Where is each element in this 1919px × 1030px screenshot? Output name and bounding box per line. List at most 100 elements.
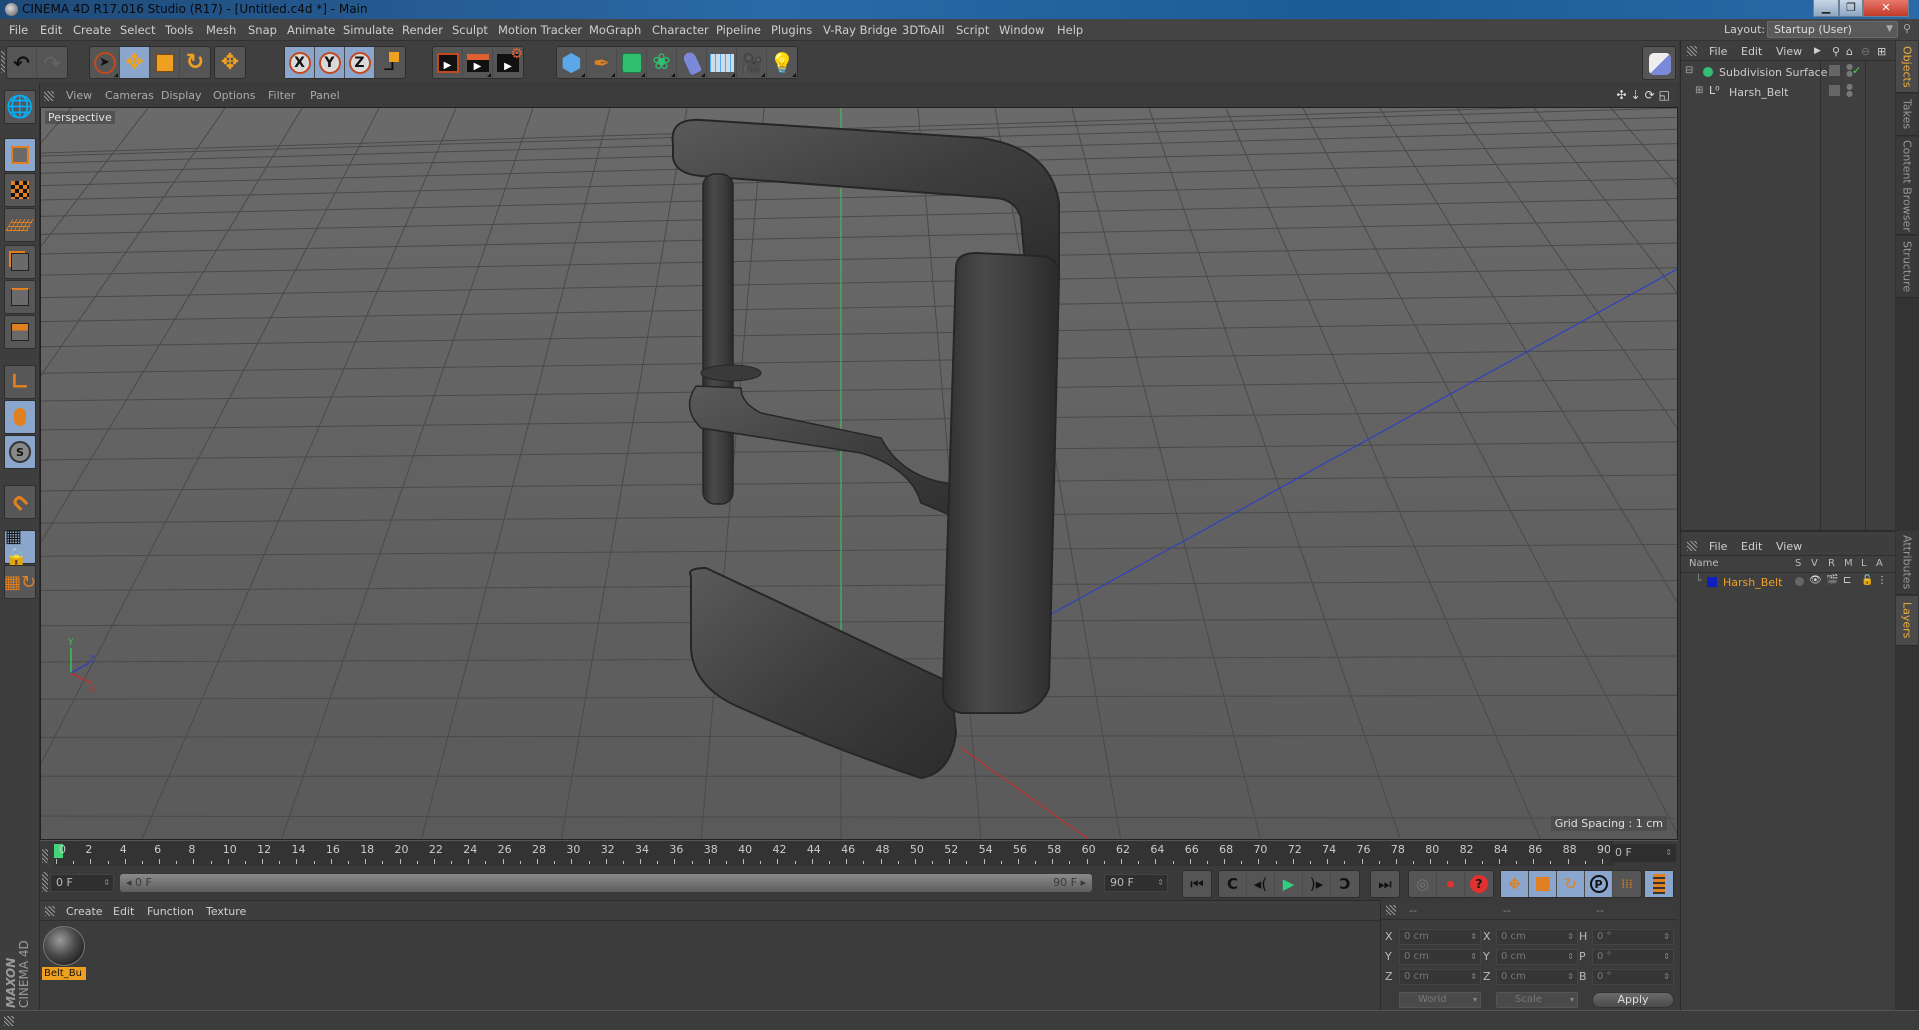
panel-grip[interactable]: [1687, 541, 1697, 551]
polygons-mode-button[interactable]: [4, 315, 36, 349]
dolly-view-icon[interactable]: ⇣: [1631, 88, 1641, 102]
layers-menu-edit[interactable]: Edit: [1741, 540, 1762, 553]
column-locked[interactable]: L: [1861, 558, 1867, 569]
rotate-tool-button[interactable]: ↻: [180, 47, 210, 78]
menu-3dtoall[interactable]: 3DToAll: [902, 23, 945, 37]
objects-menu-edit[interactable]: Edit: [1741, 45, 1762, 58]
material-menu-function[interactable]: Function: [147, 905, 194, 918]
column-render[interactable]: R: [1828, 558, 1835, 569]
workplane-rotate-button[interactable]: ▦↻: [4, 565, 36, 599]
visible-toggle-icon[interactable]: 👁: [1809, 575, 1822, 586]
column-visible[interactable]: V: [1811, 558, 1818, 569]
tab-content-browser[interactable]: Content Browser: [1896, 137, 1918, 235]
subdivision-surface-button[interactable]: [617, 47, 647, 78]
deformer-button[interactable]: [677, 47, 707, 78]
size-x-field[interactable]: 0 cm ⇕: [1496, 929, 1578, 945]
size-y-field[interactable]: 0 cm ⇕: [1496, 949, 1578, 965]
column-name[interactable]: Name: [1689, 558, 1719, 569]
controls-grip[interactable]: [42, 872, 48, 892]
render-toggle-icon[interactable]: 🎬: [1826, 575, 1838, 586]
tab-structure[interactable]: Structure: [1896, 236, 1918, 298]
rot-p-field[interactable]: 0 ° ⇕: [1592, 949, 1674, 965]
animation-toggle-icon[interactable]: ⋮: [1877, 575, 1887, 586]
tab-takes[interactable]: Takes: [1896, 94, 1918, 136]
layer-tag-icon[interactable]: [1829, 65, 1840, 76]
cube-button[interactable]: ⬢: [557, 47, 587, 78]
expand-icon[interactable]: ⊞: [1695, 85, 1703, 96]
3d-viewport[interactable]: Y X Z Perspective Grid Spacing : 1 cm: [40, 107, 1678, 840]
manager-toggle-icon[interactable]: ⊏: [1843, 575, 1851, 586]
light-button[interactable]: 💡: [767, 47, 797, 78]
key-pla-button[interactable]: ⁞⁞⁞: [1613, 871, 1641, 897]
x-axis-button[interactable]: X: [285, 47, 315, 78]
rot-b-field[interactable]: 0 ° ⇕: [1592, 969, 1674, 985]
select-tool-button[interactable]: ➤: [90, 47, 120, 78]
column-animation[interactable]: A: [1876, 558, 1883, 569]
menu-animate[interactable]: Animate: [287, 23, 335, 37]
tab-objects[interactable]: Objects: [1896, 41, 1918, 93]
y-axis-button[interactable]: Y: [315, 47, 345, 78]
pos-z-field[interactable]: 0 cm ⇕: [1399, 969, 1481, 985]
panel-grip[interactable]: [1687, 46, 1697, 56]
key-rotation-button[interactable]: ↻: [1557, 871, 1585, 897]
coordinate-system-button[interactable]: ⅃: [375, 47, 405, 78]
scale-tool-button[interactable]: [150, 47, 180, 78]
end-frame-field[interactable]: 90 F ⇕: [1104, 874, 1168, 892]
previous-key-button[interactable]: C: [1219, 871, 1247, 897]
menu-pipeline[interactable]: Pipeline: [716, 23, 761, 37]
layers-menu-file[interactable]: File: [1709, 540, 1727, 553]
axis-mode-button[interactable]: ∟: [4, 365, 36, 399]
undo-button[interactable]: ↶: [7, 47, 37, 78]
new-view-icon[interactable]: ⊞: [1877, 45, 1886, 58]
collapse-icon[interactable]: ⊟: [1685, 65, 1693, 76]
render-picture-viewer-button[interactable]: ▶: [463, 47, 493, 78]
step-back-button[interactable]: ◂(: [1247, 871, 1275, 897]
tab-layers[interactable]: Layers: [1896, 596, 1918, 646]
material-menu-texture[interactable]: Texture: [206, 905, 246, 918]
enabled-check-icon[interactable]: ✓: [1852, 64, 1861, 77]
material-menu-create[interactable]: Create: [66, 905, 103, 918]
floor-button[interactable]: [707, 47, 737, 78]
layer-row-harsh-belt[interactable]: └ Harsh_Belt 👁 🎬 ⊏ 🔓 ⋮: [1681, 574, 1895, 594]
status-grip[interactable]: [4, 1016, 14, 1026]
current-frame-field[interactable]: 0 F ⇕: [1610, 844, 1676, 862]
rot-h-field[interactable]: 0 ° ⇕: [1592, 929, 1674, 945]
menu-character[interactable]: Character: [652, 23, 709, 37]
solo-button[interactable]: S: [4, 435, 36, 469]
camera-button[interactable]: 🎥: [737, 47, 767, 78]
menu-overflow-icon[interactable]: ▶: [1814, 46, 1821, 56]
edges-mode-button[interactable]: [4, 280, 36, 314]
lock-toggle-icon[interactable]: 🔓: [1861, 575, 1873, 586]
pos-x-field[interactable]: 0 cm ⇕: [1399, 929, 1481, 945]
solo-toggle[interactable]: [1795, 577, 1804, 586]
objects-menu-view[interactable]: View: [1776, 45, 1802, 58]
menu-edit[interactable]: Edit: [40, 23, 62, 37]
pen-button[interactable]: ✒: [587, 47, 617, 78]
rotate-view-icon[interactable]: ⟳: [1645, 88, 1655, 102]
redo-button[interactable]: ↷: [37, 47, 67, 78]
menu-mograph[interactable]: MoGraph: [589, 23, 641, 37]
restore-button[interactable]: ❐: [1839, 0, 1863, 17]
viewport-menu-filter[interactable]: Filter: [268, 89, 295, 102]
viewport-menu-cameras[interactable]: Cameras: [105, 89, 154, 102]
close-button[interactable]: ✕: [1863, 0, 1909, 17]
size-z-field[interactable]: 0 cm ⇕: [1496, 969, 1578, 985]
timeline-grip[interactable]: [42, 849, 48, 863]
viewport-menu-view[interactable]: View: [66, 89, 92, 102]
workplane-mode-button[interactable]: [4, 208, 36, 242]
menu-render[interactable]: Render: [402, 23, 443, 37]
play-button[interactable]: ▶: [1275, 871, 1303, 897]
object-row-subdivision-surface[interactable]: ⊟ Subdivision Surface ● ● ✓: [1681, 63, 1895, 83]
frame-ruler[interactable]: 0 2 4 6 8 10 12 14 16 18 20 22 24 26 28 30 32 34 36 38 40 42 4…: [54, 841, 1614, 867]
range-start-handle[interactable]: ◂ 0 F: [126, 874, 152, 892]
maximize-view-icon[interactable]: ◱: [1659, 88, 1670, 102]
column-manager[interactable]: M: [1844, 558, 1853, 569]
transform-mode-dropdown[interactable]: Scale ▾: [1496, 992, 1578, 1008]
link-icon[interactable]: ⊖: [1861, 45, 1870, 58]
home-icon[interactable]: ⌂: [1846, 45, 1853, 58]
points-mode-button[interactable]: [4, 245, 36, 279]
apply-button[interactable]: Apply: [1592, 992, 1674, 1008]
key-parameter-button[interactable]: P: [1585, 871, 1613, 897]
menu-vray-bridge[interactable]: V-Ray Bridge: [823, 23, 897, 37]
search-icon[interactable]: ⚲: [1832, 45, 1840, 58]
